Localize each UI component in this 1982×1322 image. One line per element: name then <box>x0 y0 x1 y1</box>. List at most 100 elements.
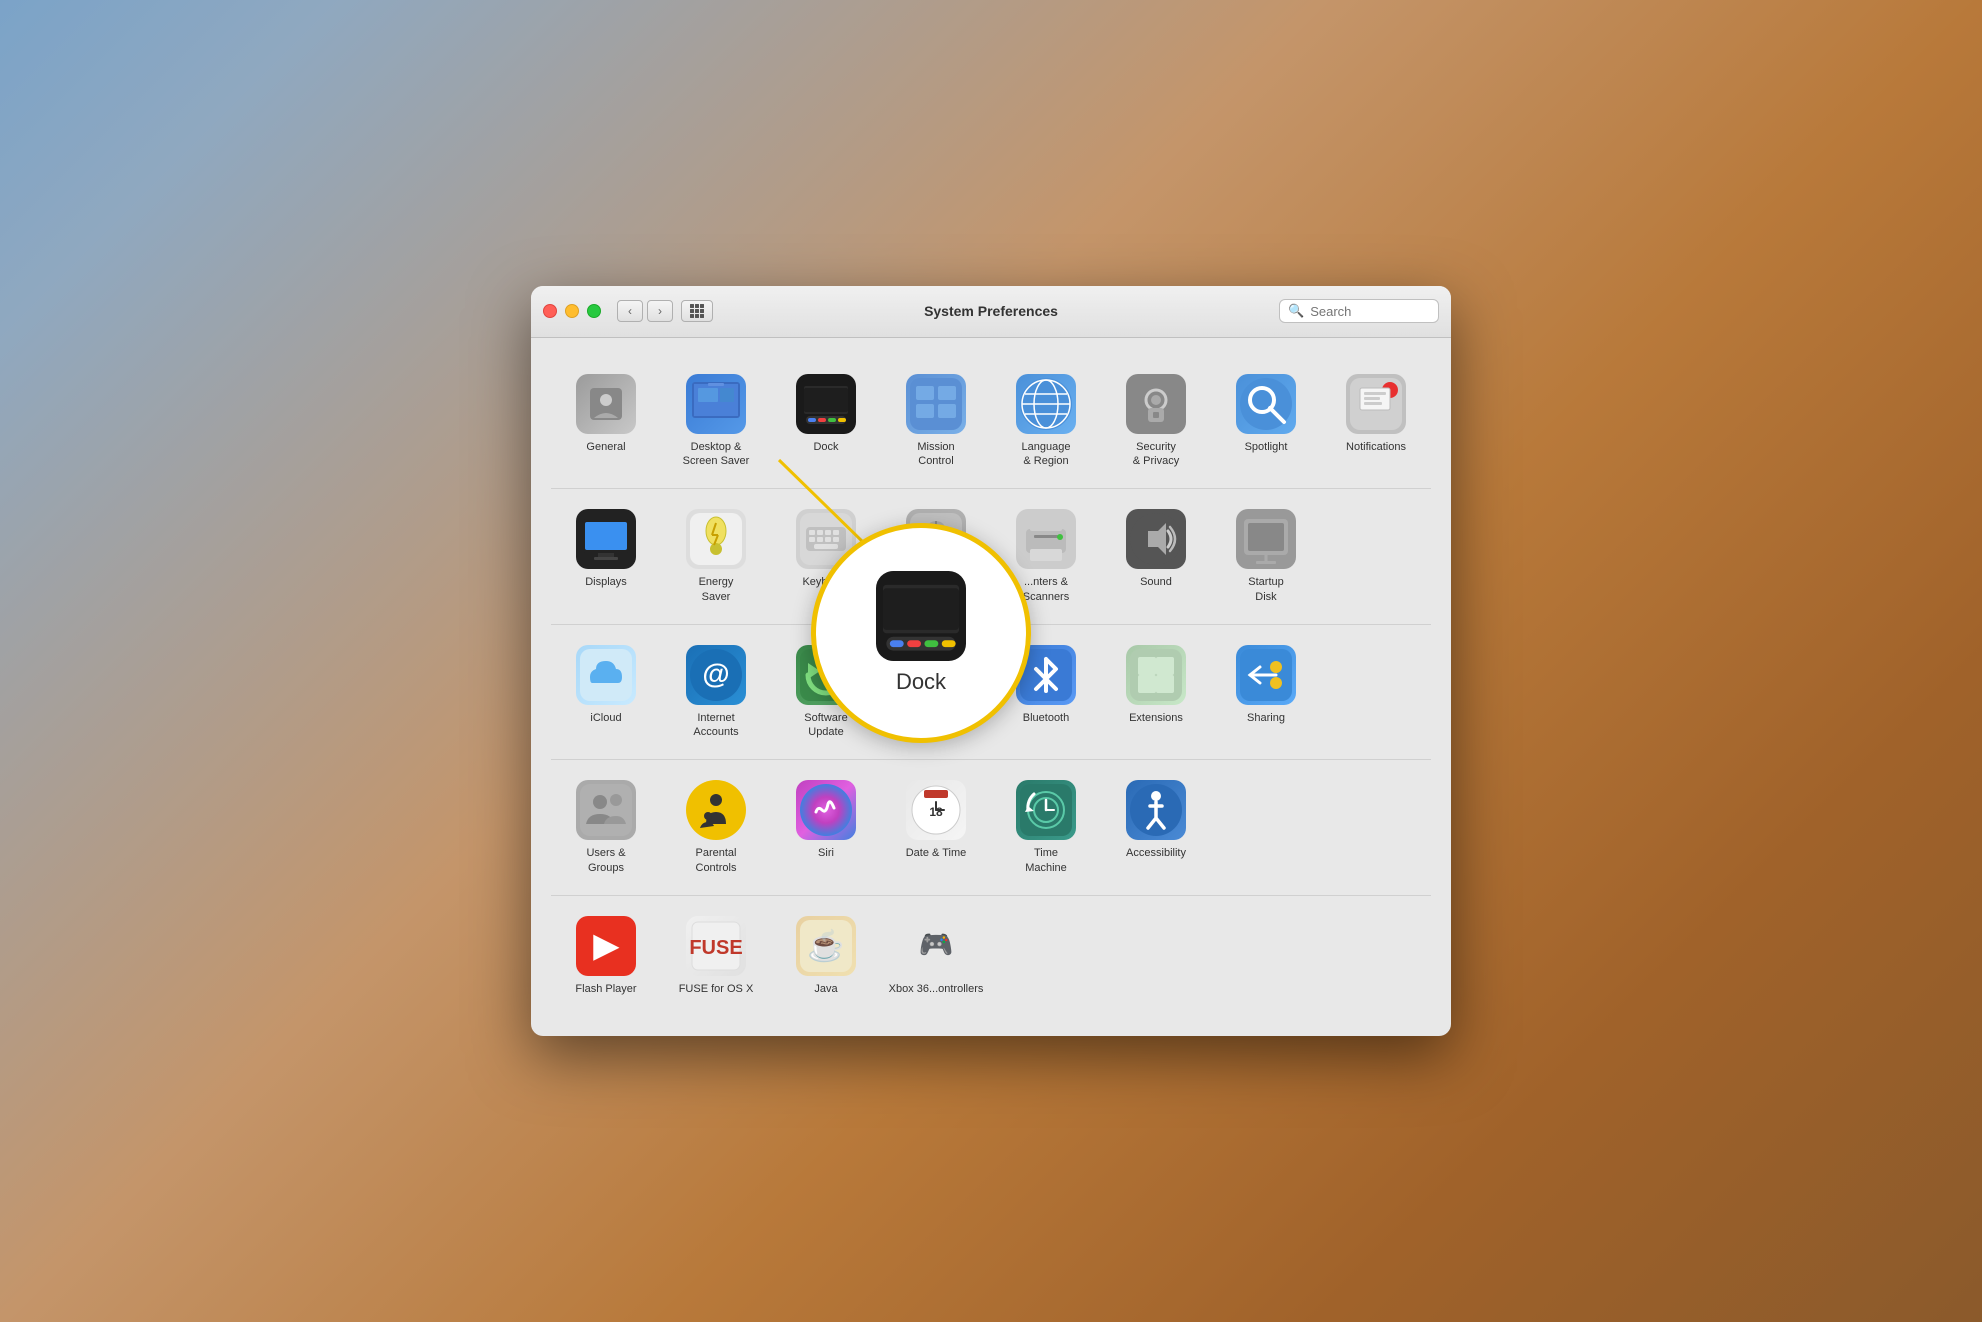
section-personal: General Desktop &Screen Saver <box>551 354 1431 490</box>
svg-text:🎮: 🎮 <box>919 929 954 960</box>
pref-displays[interactable]: Displays <box>551 501 661 612</box>
parental-label: ParentalControls <box>696 846 737 875</box>
pref-flash[interactable]: ▶ Flash Player <box>551 908 661 1004</box>
section-other: ▶ Flash Player FUSE FUSE for OS X <box>551 896 1431 1016</box>
printers-label: ...nters &Scanners <box>1023 575 1069 604</box>
sharing-label: Sharing <box>1247 711 1285 725</box>
svg-text:☕: ☕ <box>807 927 844 963</box>
pref-internet[interactable]: @ InternetAccounts <box>661 637 771 748</box>
spotlight-label: Spotlight <box>1245 440 1288 454</box>
minimize-button[interactable] <box>565 304 579 318</box>
icloud-icon <box>576 645 636 705</box>
network-label: Network <box>916 711 956 725</box>
language-label: Language& Region <box>1022 440 1071 469</box>
timemachine-label: TimeMachine <box>1025 846 1067 875</box>
pref-mouse[interactable]: Mou... <box>881 501 991 612</box>
close-button[interactable] <box>543 304 557 318</box>
xbox-label: Xbox 36...ontrollers <box>889 982 984 996</box>
security-icon <box>1126 374 1186 434</box>
displays-icon <box>576 509 636 569</box>
icloud-label: iCloud <box>590 711 621 725</box>
section-system: Users &Groups ParentalControls <box>551 760 1431 896</box>
users-label: Users &Groups <box>586 846 625 875</box>
mission-label: MissionControl <box>917 440 954 469</box>
pref-spotlight[interactable]: Spotlight <box>1211 366 1321 477</box>
search-bar[interactable]: 🔍 <box>1279 299 1439 323</box>
pref-bluetooth[interactable]: Bluetooth <box>991 637 1101 748</box>
grid-icon <box>690 304 704 318</box>
pref-accessibility[interactable]: Accessibility <box>1101 772 1211 883</box>
search-input[interactable] <box>1310 304 1430 319</box>
timemachine-icon <box>1016 780 1076 840</box>
pref-keyboard[interactable]: Keyboard <box>771 501 881 612</box>
startup-label: StartupDisk <box>1248 575 1283 604</box>
datetime-label: Date & Time <box>906 846 967 860</box>
nav-buttons: ‹ › <box>617 300 713 322</box>
network-icon <box>906 645 966 705</box>
preferences-grid: General Desktop &Screen Saver <box>531 338 1451 1037</box>
xbox-icon: 🎮 <box>906 916 966 976</box>
siri-icon <box>796 780 856 840</box>
general-icon <box>576 374 636 434</box>
extensions-label: Extensions <box>1129 711 1183 725</box>
spotlight-icon <box>1236 374 1296 434</box>
svg-text:FUSE: FUSE <box>690 937 742 959</box>
bluetooth-label: Bluetooth <box>1023 711 1069 725</box>
users-icon <box>576 780 636 840</box>
parental-icon <box>686 780 746 840</box>
sound-icon <box>1126 509 1186 569</box>
pref-xbox[interactable]: 🎮 Xbox 36...ontrollers <box>881 908 991 1004</box>
general-label: General <box>586 440 625 454</box>
notifications-label: Notifications <box>1346 440 1406 454</box>
mouse-icon <box>906 509 966 569</box>
pref-timemachine[interactable]: TimeMachine <box>991 772 1101 883</box>
extensions-icon <box>1126 645 1186 705</box>
maximize-button[interactable] <box>587 304 601 318</box>
pref-desktop[interactable]: Desktop &Screen Saver <box>661 366 771 477</box>
pref-parental[interactable]: ParentalControls <box>661 772 771 883</box>
pref-startup[interactable]: StartupDisk <box>1211 501 1321 612</box>
pref-siri[interactable]: Siri <box>771 772 881 883</box>
flash-label: Flash Player <box>575 982 636 996</box>
forward-button[interactable]: › <box>647 300 673 322</box>
pref-printers[interactable]: ...nters &Scanners <box>991 501 1101 612</box>
pref-datetime[interactable]: 18 Date & Time <box>881 772 991 883</box>
software-icon <box>796 645 856 705</box>
mouse-label: Mou... <box>921 575 952 589</box>
svg-text:@: @ <box>702 658 729 689</box>
search-icon: 🔍 <box>1288 303 1304 319</box>
siri-label: Siri <box>818 846 834 860</box>
keyboard-icon <box>796 509 856 569</box>
pref-dock[interactable]: Dock <box>771 366 881 477</box>
pref-icloud[interactable]: iCloud <box>551 637 661 748</box>
accessibility-label: Accessibility <box>1126 846 1186 860</box>
pref-users[interactable]: Users &Groups <box>551 772 661 883</box>
pref-language[interactable]: Language& Region <box>991 366 1101 477</box>
sound-label: Sound <box>1140 575 1172 589</box>
flash-icon: ▶ <box>576 916 636 976</box>
grid-view-button[interactable] <box>681 300 713 322</box>
pref-security[interactable]: Security& Privacy <box>1101 366 1211 477</box>
desktop-icon <box>686 374 746 434</box>
pref-network[interactable]: Network <box>881 637 991 748</box>
pref-java[interactable]: ☕ Java <box>771 908 881 1004</box>
pref-fuse[interactable]: FUSE FUSE for OS X <box>661 908 771 1004</box>
pref-software[interactable]: SoftwareUpdate <box>771 637 881 748</box>
energy-label: EnergySaver <box>699 575 734 604</box>
window-title: System Preferences <box>924 303 1058 319</box>
pref-extensions[interactable]: Extensions <box>1101 637 1211 748</box>
pref-energy[interactable]: EnergySaver <box>661 501 771 612</box>
pref-general[interactable]: General <box>551 366 661 477</box>
internet-label: InternetAccounts <box>693 711 738 740</box>
traffic-lights <box>543 304 601 318</box>
pref-sharing[interactable]: Sharing <box>1211 637 1321 748</box>
back-button[interactable]: ‹ <box>617 300 643 322</box>
software-label: SoftwareUpdate <box>804 711 847 740</box>
pref-sound[interactable]: Sound <box>1101 501 1211 612</box>
pref-mission[interactable]: MissionControl <box>881 366 991 477</box>
datetime-icon: 18 <box>906 780 966 840</box>
printers-icon <box>1016 509 1076 569</box>
java-label: Java <box>814 982 837 996</box>
titlebar: ‹ › System Preferences 🔍 <box>531 286 1451 338</box>
pref-notifications[interactable]: Notifications <box>1321 366 1431 477</box>
